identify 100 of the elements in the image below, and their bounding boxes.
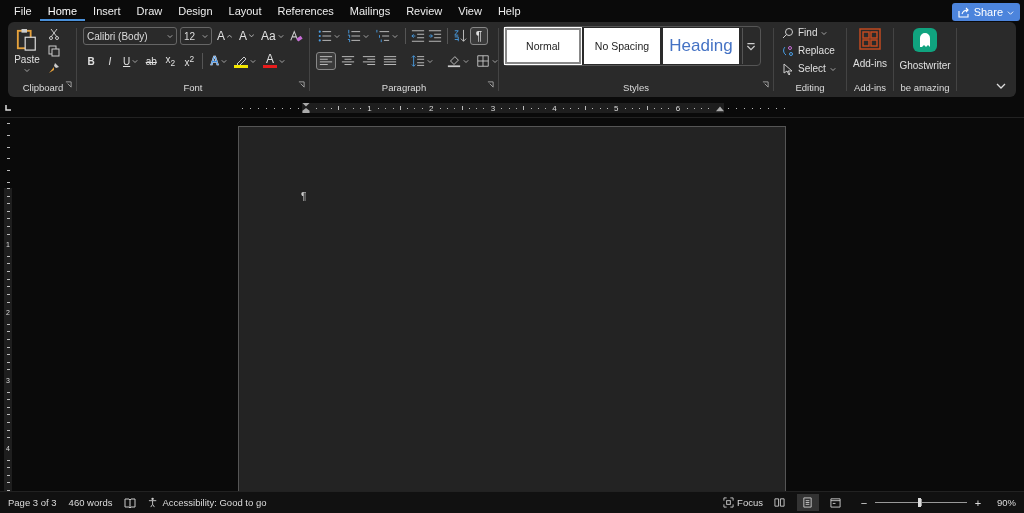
copy-icon[interactable] [48, 45, 60, 57]
numbering-button[interactable] [345, 27, 371, 45]
search-icon [782, 26, 794, 39]
paste-button[interactable]: Paste [12, 26, 42, 75]
sub-button[interactable]: x$_{2}$ [162, 52, 179, 70]
font-size-field[interactable]: 12 [180, 27, 212, 45]
print-layout-button[interactable] [797, 494, 819, 511]
caret-icon [492, 58, 498, 64]
launcher-icon[interactable] [762, 81, 769, 88]
style-item[interactable]: No Spacing [584, 28, 660, 64]
align-left-button[interactable] [316, 52, 336, 70]
font-name-field[interactable]: Calibri (Body) [83, 27, 177, 45]
caret-icon [278, 58, 285, 64]
ribbon-tab[interactable]: View [450, 1, 490, 21]
ribbon-tab[interactable]: Mailings [341, 1, 399, 21]
paint-bucket-icon [447, 54, 461, 68]
strike-button[interactable]: ab [143, 52, 160, 70]
style-item[interactable]: Normal [505, 28, 581, 64]
shrink-font-button[interactable]: A [237, 27, 257, 45]
share-icon [957, 6, 970, 18]
text-align-icon [341, 54, 355, 68]
brush-icon[interactable] [48, 62, 60, 74]
borders-icon [476, 54, 490, 68]
ribbon-tab[interactable]: Design [170, 1, 221, 21]
ribbon-tab[interactable]: Review [398, 1, 451, 21]
group-label: Add-ins [853, 81, 887, 93]
caret-icon [167, 33, 173, 39]
up-caret-icon [227, 34, 232, 38]
group-label: Editing [795, 81, 825, 93]
decrease-indent-icon[interactable] [411, 29, 425, 43]
zoom-out-button[interactable]: − [859, 496, 869, 509]
replace-icon [782, 44, 794, 57]
document-page[interactable]: ¶ [238, 126, 786, 491]
focus-button[interactable]: Focus [723, 497, 763, 508]
clear-formatting-icon[interactable] [288, 29, 303, 43]
text-align-icon [362, 54, 376, 68]
group-label: Clipboard [22, 81, 64, 93]
page-count[interactable]: Page 3 of 3 [8, 497, 57, 508]
italic-button[interactable]: I [102, 52, 118, 70]
focus-icon [723, 497, 735, 508]
select-button[interactable]: Select [782, 61, 844, 76]
group-label: be amazing [900, 81, 950, 93]
caret-icon [363, 33, 369, 39]
borders-button[interactable] [474, 52, 500, 70]
caret-icon [24, 67, 30, 73]
underline-button[interactable]: U [121, 52, 141, 70]
launcher-icon[interactable] [487, 81, 494, 88]
caret-icon [249, 34, 255, 38]
indent-marker-icon[interactable] [302, 103, 310, 113]
tab-selector-icon[interactable] [4, 104, 12, 112]
ribbon-tab[interactable]: Home [39, 1, 86, 21]
caret-icon [427, 58, 433, 64]
word-count[interactable]: 460 words [68, 497, 113, 508]
caret-icon [249, 58, 256, 64]
ribbon-tab[interactable]: References [269, 1, 342, 21]
accessibility-button[interactable]: Accessibility: Good to go [148, 497, 267, 508]
sort-icon[interactable] [453, 29, 467, 43]
caret-icon [202, 33, 208, 39]
line-spacing-button[interactable] [409, 52, 435, 70]
caret-icon [463, 58, 469, 64]
ribbon-tab[interactable]: Layout [220, 1, 270, 21]
share-button[interactable]: Share [951, 3, 1020, 21]
increase-indent-icon[interactable] [428, 29, 442, 43]
book-icon[interactable] [124, 496, 137, 509]
ribbon-tab[interactable]: Draw [128, 1, 171, 21]
change-case-button[interactable]: Aa [259, 27, 286, 45]
launcher-icon[interactable] [65, 81, 72, 88]
ghostwriter-button[interactable]: Ghostwriter [899, 26, 951, 71]
text-align-icon [383, 54, 397, 68]
show-marks-button[interactable]: ¶ [470, 27, 488, 45]
replace-button[interactable]: Replace [782, 43, 844, 58]
caret-icon [1007, 8, 1014, 16]
zoom-level[interactable]: 90% [997, 497, 1016, 508]
launcher-icon[interactable] [298, 81, 305, 88]
collapse-ribbon-icon[interactable] [996, 81, 1006, 91]
clipboard-icon [16, 28, 38, 52]
font-color-button[interactable]: A [260, 52, 287, 70]
pointer-icon [782, 62, 794, 75]
text-effects-button[interactable]: A [208, 52, 229, 70]
group-label: Paragraph [381, 81, 427, 93]
cut-icon[interactable] [48, 28, 60, 40]
sup-button[interactable]: x$^{2}$ [181, 52, 198, 70]
add-ins-button[interactable]: Add-ins [853, 26, 887, 69]
ribbon-tab[interactable]: Help [489, 1, 529, 21]
caret-icon [392, 33, 398, 39]
paragraph-mark: ¶ [301, 191, 307, 202]
ruler-number: 4 [552, 103, 557, 113]
ribbon-tab[interactable]: File [6, 1, 40, 21]
style-item[interactable]: Heading [663, 28, 739, 64]
multilevel-list-icon [376, 29, 390, 43]
find-button[interactable]: Find [782, 25, 844, 40]
ruler-number: 5 [614, 103, 619, 113]
caret-icon [334, 33, 340, 39]
multilevel-list-button[interactable] [374, 27, 400, 45]
line-spacing-icon [411, 54, 425, 68]
ribbon-tab[interactable]: Insert [85, 1, 129, 21]
caret-icon [220, 58, 227, 64]
grow-font-button[interactable]: A [215, 27, 234, 45]
bold-button[interactable]: B [83, 52, 99, 70]
zoom-in-button[interactable]: + [973, 496, 983, 509]
